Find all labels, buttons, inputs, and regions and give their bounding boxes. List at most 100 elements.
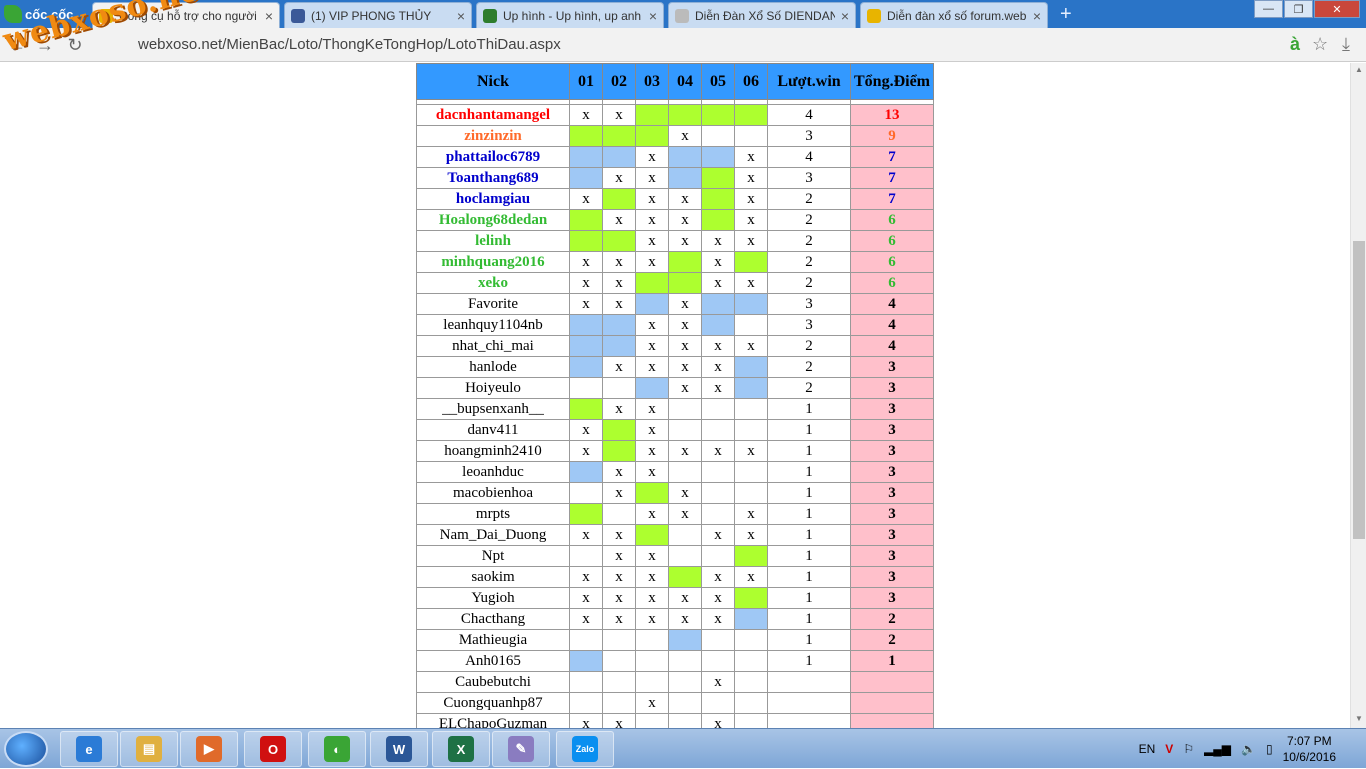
scroll-down-icon[interactable]: ▼ — [1351, 714, 1366, 726]
taskbar-app[interactable]: O — [244, 731, 302, 767]
nick-cell: Chacthang — [416, 608, 570, 630]
day-cell — [734, 251, 768, 273]
day-cell — [602, 146, 636, 168]
day-cell: x — [635, 419, 669, 441]
day-cell: x — [635, 440, 669, 462]
day-cell: x — [734, 566, 768, 588]
nick-cell: Caubebutchi — [416, 671, 570, 693]
paint-icon: ✎ — [508, 736, 534, 762]
day-cell — [701, 125, 735, 147]
day-cell: x — [635, 356, 669, 378]
taskbar-app[interactable]: ◐ — [308, 731, 366, 767]
clock[interactable]: 7:07 PM 10/6/2016 — [1283, 733, 1336, 765]
taskbar-app[interactable]: Zalo — [556, 731, 614, 767]
total-points-cell: 4 — [850, 314, 934, 336]
tab-label: (1) VIP PHONG THỦY — [311, 8, 432, 23]
scroll-up-icon[interactable]: ▲ — [1351, 65, 1366, 77]
day-cell: x — [668, 440, 702, 462]
day-cell: x — [668, 314, 702, 336]
volume-icon[interactable]: 🔈 — [1241, 742, 1256, 756]
new-tab-button[interactable]: + — [1060, 4, 1080, 24]
total-points-cell — [850, 692, 934, 714]
day-cell: x — [668, 356, 702, 378]
column-header: Tổng.Điểm — [850, 63, 934, 100]
taskbar-app[interactable]: X — [432, 731, 490, 767]
total-points-cell: 1 — [850, 650, 934, 672]
day-cell: x — [668, 230, 702, 252]
taskbar-app[interactable]: ✎ — [492, 731, 550, 767]
win-count-cell: 1 — [767, 524, 851, 546]
download-icon[interactable]: ⤓ — [1342, 34, 1350, 55]
day-cell: x — [734, 146, 768, 168]
vivaldi-tray-icon[interactable]: V — [1165, 742, 1173, 756]
win-count-cell: 1 — [767, 419, 851, 441]
battery-icon[interactable]: ▯ — [1266, 742, 1273, 756]
day-cell — [734, 377, 768, 399]
day-cell: x — [602, 713, 636, 728]
day-cell: x — [635, 503, 669, 525]
day-cell — [701, 503, 735, 525]
url-field[interactable]: webxoso.net/MienBac/Loto/ThongKeTongHop/… — [100, 34, 1280, 56]
tab-close-icon[interactable]: × — [1033, 8, 1041, 24]
language-indicator[interactable]: EN — [1139, 742, 1156, 756]
start-button[interactable] — [4, 731, 48, 767]
taskbar-app[interactable]: W — [370, 731, 428, 767]
taskbar-app[interactable]: ▶ — [180, 731, 238, 767]
day-cell — [569, 692, 603, 714]
day-cell — [668, 461, 702, 483]
day-cell — [569, 167, 603, 189]
table-row: Caubebutchi x — [416, 671, 934, 693]
nick-cell: mrpts — [416, 503, 570, 525]
table-row: Favorite x x x 3 4 — [416, 293, 934, 315]
table-row: phattailoc6789 x x 4 7 — [416, 146, 934, 168]
zalo-icon: Zalo — [572, 736, 598, 762]
network-icon[interactable]: ▂▄▆ — [1204, 742, 1231, 756]
tab-close-icon[interactable]: × — [265, 8, 273, 24]
column-header: 02 — [602, 63, 636, 100]
column-header: 06 — [734, 63, 768, 100]
day-cell — [569, 398, 603, 420]
vertical-scrollbar[interactable]: ▲ ▼ — [1350, 63, 1366, 728]
word-icon: W — [386, 736, 412, 762]
day-cell — [602, 629, 636, 651]
bookmark-star-icon[interactable]: ☆ — [1312, 34, 1328, 55]
taskbar-app[interactable]: e — [60, 731, 118, 767]
nick-cell: minhquang2016 — [416, 251, 570, 273]
flag-icon[interactable]: ⚐ — [1183, 742, 1194, 756]
translate-icon[interactable]: à — [1290, 34, 1300, 55]
tab-close-icon[interactable]: × — [649, 8, 657, 24]
tab-close-icon[interactable]: × — [457, 8, 465, 24]
total-points-cell: 3 — [850, 566, 934, 588]
nick-cell: hanlode — [416, 356, 570, 378]
close-window-button[interactable]: ✕ — [1314, 0, 1360, 18]
day-cell — [701, 398, 735, 420]
browser-tab[interactable]: Up hình - Up hình, up anh × — [476, 2, 664, 28]
nick-cell: Hoalong68dedan — [416, 209, 570, 231]
win-count-cell: 2 — [767, 335, 851, 357]
taskbar-app[interactable]: ▤ — [120, 731, 178, 767]
loto-stats-table: Nick 01 02 03 04 05 06 Lượt.win Tổng.Điểm dacnha… — [416, 63, 934, 728]
table-row: Npt x x 1 3 — [416, 545, 934, 567]
day-cell — [734, 482, 768, 504]
browser-tab[interactable]: Diễn đàn xổ số forum.web × — [860, 2, 1048, 28]
day-cell — [635, 104, 669, 126]
day-cell: x — [668, 377, 702, 399]
total-points-cell: 9 — [850, 125, 934, 147]
page-content: Nick 01 02 03 04 05 06 Lượt.win Tổng.Điểm dacnha… — [0, 63, 1350, 728]
table-row: ELChapoGuzman x x x — [416, 713, 934, 728]
browser-tab[interactable]: (1) VIP PHONG THỦY × — [284, 2, 472, 28]
win-count-cell: 2 — [767, 230, 851, 252]
maximize-button[interactable]: ❐ — [1284, 0, 1313, 18]
table-row: nhat_chi_mai x x x x 2 4 — [416, 335, 934, 357]
tab-close-icon[interactable]: × — [841, 8, 849, 24]
system-tray: EN V ⚐ ▂▄▆ 🔈 ▯ 7:07 PM 10/6/2016 — [1139, 729, 1366, 769]
win-count-cell — [767, 692, 851, 714]
win-count-cell: 1 — [767, 440, 851, 462]
win-count-cell: 3 — [767, 125, 851, 147]
facebook-icon — [291, 8, 305, 23]
day-cell — [569, 230, 603, 252]
browser-tab[interactable]: Diễn Đàn Xổ Số DIENDAN × — [668, 2, 856, 28]
scroll-thumb[interactable] — [1353, 241, 1365, 539]
minimize-button[interactable]: — — [1254, 0, 1283, 18]
day-cell — [602, 440, 636, 462]
